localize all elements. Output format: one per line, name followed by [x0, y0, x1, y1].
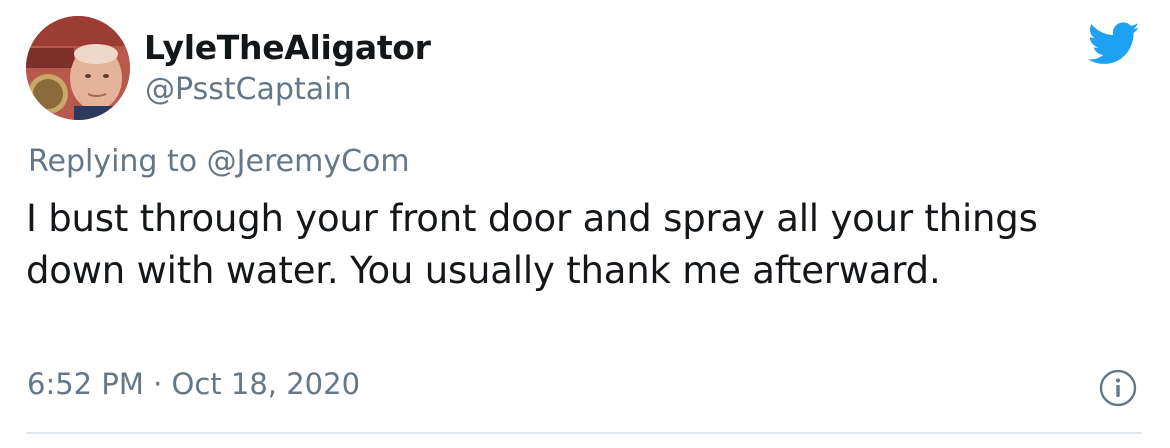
avatar-image	[26, 16, 130, 120]
replying-to-handle-link[interactable]: @JeremyCom	[207, 144, 410, 179]
tweet-text: I bust through your front door and spray…	[26, 197, 1038, 292]
replying-to-line: Replying to @JeremyCom	[28, 144, 410, 180]
timestamp-separator: ·	[143, 367, 172, 401]
author-display-name[interactable]: LyleTheAligator	[144, 28, 431, 68]
replying-to-label: Replying to	[28, 144, 207, 179]
author-handle[interactable]: @PsstCaptain	[145, 72, 351, 108]
avatar[interactable]	[26, 16, 130, 120]
tweet-time: 6:52 PM	[27, 367, 144, 401]
twitter-bird-icon[interactable]	[1087, 22, 1140, 66]
divider	[26, 432, 1142, 434]
tweet-date: Oct 18, 2020	[171, 367, 361, 401]
info-icon[interactable]	[1098, 368, 1138, 408]
tweet-timestamp[interactable]: 6:52 PM · Oct 18, 2020	[27, 366, 360, 402]
